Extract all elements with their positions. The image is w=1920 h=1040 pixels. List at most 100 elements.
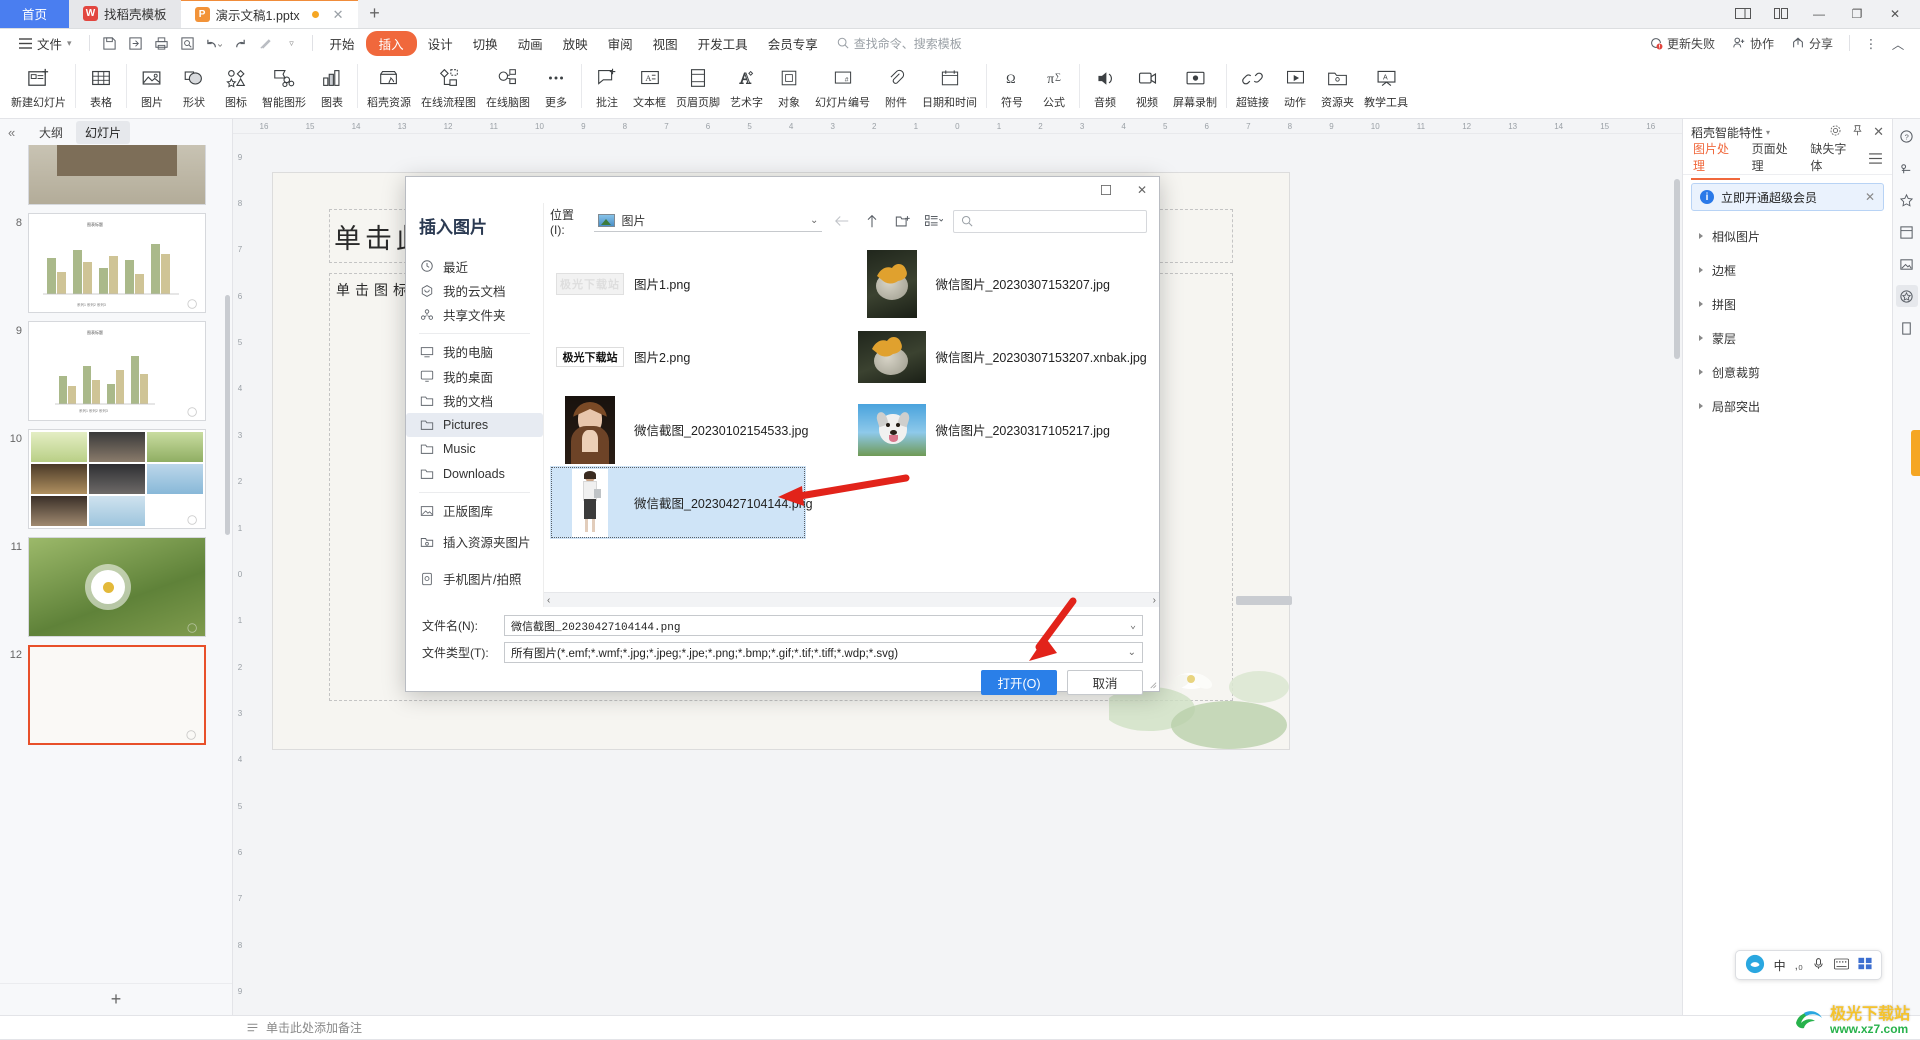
filename-input[interactable]: 微信截图_20230427104144.png ⌄ (504, 615, 1143, 636)
notes-bar[interactable]: 单击此处添加备注 (0, 1015, 1920, 1039)
list-item[interactable]: 10 (0, 425, 232, 533)
ribbon-formula[interactable]: π ∑ 公式 (1033, 59, 1075, 117)
slide-thumbnail[interactable] (28, 429, 206, 529)
ribbon-tab-start[interactable]: 开始 (321, 31, 364, 56)
ribbon-picture[interactable]: 图片 (131, 59, 173, 117)
file-item[interactable]: 极光下载站 图片2.png (550, 320, 852, 393)
image-panel-icon[interactable] (1896, 253, 1918, 275)
ribbon-header-footer[interactable]: 页眉页脚 (671, 59, 725, 117)
sidebar-item-insert-resource-folder[interactable]: 插入资源夹图片 (406, 523, 543, 560)
panel-item-collage[interactable]: 拼图 (1683, 287, 1892, 321)
docer-features-icon[interactable] (1895, 285, 1918, 307)
chevron-down-icon[interactable]: ⌄ (1128, 647, 1136, 658)
tab-missing-fonts[interactable]: 缺失字体 (1810, 140, 1855, 180)
cancel-button[interactable]: 取消 (1067, 670, 1143, 695)
tab-page-processing[interactable]: 页面处理 (1752, 140, 1797, 180)
ribbon-tab-insert[interactable]: 插入 (365, 30, 417, 56)
ribbon-more[interactable]: 更多 (535, 59, 577, 117)
panel-item-border[interactable]: 边框 (1683, 253, 1892, 287)
feedback-icon[interactable] (1896, 157, 1918, 179)
sidebar-item-downloads[interactable]: Downloads (406, 462, 543, 486)
pin-icon[interactable] (1851, 124, 1864, 140)
sidebar-item-my-computer[interactable]: 我的电脑 (406, 340, 543, 364)
sidebar-item-shared-folder[interactable]: 共享文件夹 (406, 303, 543, 327)
search-input[interactable] (952, 209, 1147, 233)
panel-item-mask[interactable]: 蒙层 (1683, 321, 1892, 355)
file-item-selected[interactable]: 微信截图_20230427104144.png (550, 466, 813, 539)
slide-thumbnail[interactable] (28, 537, 206, 637)
ribbon-tab-developer[interactable]: 开发工具 (689, 31, 757, 56)
ribbon-action[interactable]: 动作 (1274, 59, 1316, 117)
list-item[interactable]: 7 (0, 145, 232, 209)
mic-icon[interactable] (1812, 957, 1825, 973)
ribbon-tab-member[interactable]: 会员专享 (759, 31, 827, 56)
insert-picture-dialog[interactable]: ✕ 插入图片 最近 我的云文档 共享文件夹 我的电脑 我的桌面 我的文档 Pic… (405, 176, 1292, 695)
ribbon-tab-review[interactable]: 审阅 (599, 31, 642, 56)
back-icon[interactable] (830, 209, 853, 233)
layout-icon[interactable] (1896, 221, 1918, 243)
ribbon-date-time[interactable]: 日期和时间 (917, 59, 982, 117)
gear-icon[interactable] (1829, 124, 1842, 140)
update-status-button[interactable]: 更新失败 (1642, 32, 1722, 55)
slide-thumbnail-selected[interactable] (28, 645, 206, 745)
collapse-ribbon-icon[interactable]: ︿ (1886, 32, 1910, 54)
file-item[interactable]: 极光下载站 图片1.png (550, 247, 852, 320)
maximize-button[interactable]: ❐ (1840, 0, 1874, 28)
ribbon-wordart[interactable]: A 艺术字 (725, 59, 768, 117)
command-search[interactable]: 查找命令、搜索模板 (829, 35, 970, 52)
list-item[interactable]: 9 图表标题 系列1 系列2 系列3 (0, 317, 232, 425)
ribbon-new-slide[interactable]: 新建幻灯片 (6, 59, 71, 117)
dialog-maximize-button[interactable] (1095, 180, 1117, 200)
slides-list[interactable]: 7 8 图表标题 (0, 145, 232, 983)
close-window-button[interactable]: ✕ (1878, 0, 1912, 28)
help-icon[interactable]: ? (1896, 125, 1918, 147)
panel-item-similar-images[interactable]: 相似图片 (1683, 219, 1892, 253)
dialog-close-button[interactable]: ✕ (1131, 180, 1153, 200)
file-item[interactable]: 微信截图_20230102154533.jpg (550, 393, 852, 466)
location-dropdown[interactable]: 图片 ⌄ (594, 210, 823, 232)
customize-toolbar-icon[interactable]: ▿ (280, 32, 304, 54)
format-painter-icon[interactable] (254, 32, 278, 54)
new-tab-button[interactable]: + (358, 0, 392, 28)
panel-item-local-highlight[interactable]: 局部突出 (1683, 389, 1892, 423)
print-icon[interactable] (150, 32, 174, 54)
scroll-left-icon[interactable]: ‹ (547, 595, 550, 606)
slide-thumbnail[interactable]: 图表标题 系列1 系列2 系列3 (28, 321, 206, 421)
ime-mode-label[interactable]: 中 (1774, 957, 1786, 974)
list-item[interactable]: 8 图表标题 系列1 系列2 系列3 (0, 209, 232, 317)
ribbon-tab-animation[interactable]: 动画 (509, 31, 552, 56)
sidebar-item-stock-gallery[interactable]: 正版图库 (406, 499, 543, 523)
ribbon-tab-design[interactable]: 设计 (419, 31, 462, 56)
ribbon-resource-folder[interactable]: 资源夹 (1316, 59, 1359, 117)
ribbon-shapes[interactable]: 形状 (173, 59, 215, 117)
comma-icon[interactable]: ,₀ (1795, 958, 1803, 972)
resize-grip-icon[interactable] (1148, 680, 1157, 689)
sidebar-item-cloud-docs[interactable]: 我的云文档 (406, 278, 543, 302)
redo-icon[interactable] (228, 32, 252, 54)
ribbon-tab-slideshow[interactable]: 放映 (554, 31, 597, 56)
slides-tab[interactable]: 幻灯片 (76, 120, 131, 144)
slide-thumbnail[interactable] (28, 145, 206, 205)
sidebar-item-phone-photo[interactable]: 手机图片/拍照 (406, 560, 543, 597)
sidebar-item-music[interactable]: Music (406, 437, 543, 461)
page-panel-icon[interactable] (1896, 317, 1918, 339)
more-options-icon[interactable]: ⋮ (1859, 32, 1883, 54)
save-as-icon[interactable] (124, 32, 148, 54)
print-preview-icon[interactable] (176, 32, 200, 54)
side-tab-strip[interactable] (1911, 430, 1920, 476)
file-browser[interactable]: 极光下载站 图片1.png 微信图片_20230307153207.jpg 极光… (544, 239, 1159, 592)
add-slide-button[interactable]: + (0, 983, 232, 1015)
ribbon-comment[interactable]: 批注 (586, 59, 628, 117)
ribbon-slide-number[interactable]: # 幻灯片编号 (810, 59, 875, 117)
ribbon-video[interactable]: 视频 (1126, 59, 1168, 117)
ribbon-icons[interactable]: 图标 (215, 59, 257, 117)
share-button[interactable]: 分享 (1784, 32, 1840, 55)
file-item[interactable]: 微信图片_20230317105217.jpg (852, 393, 1154, 466)
minimize-button[interactable]: — (1802, 0, 1836, 28)
ribbon-object[interactable]: 对象 (768, 59, 810, 117)
filetype-select[interactable]: 所有图片(*.emf;*.wmf;*.jpg;*.jpeg;*.jpe;*.pn… (504, 642, 1143, 663)
ribbon-tab-transition[interactable]: 切换 (464, 31, 507, 56)
panel-icon[interactable] (1858, 957, 1872, 973)
undo-icon[interactable] (202, 32, 226, 54)
tab-home[interactable]: 首页 (0, 0, 70, 28)
